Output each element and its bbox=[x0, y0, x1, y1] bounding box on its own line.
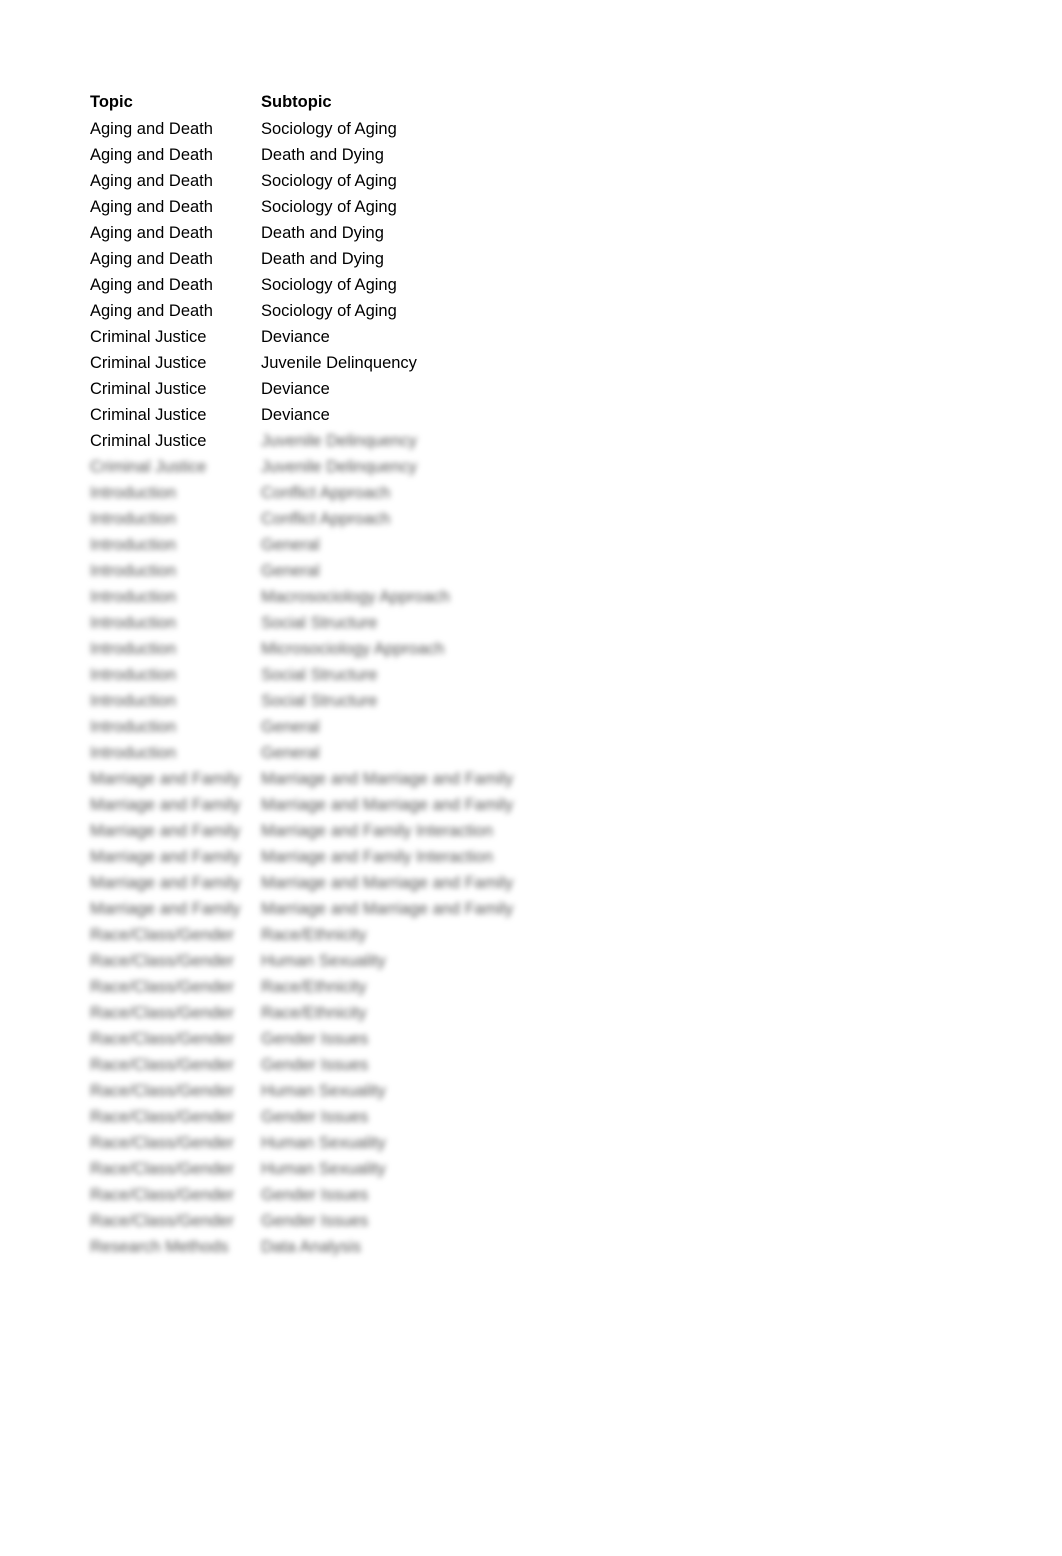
column-header-subtopic: Subtopic bbox=[261, 93, 332, 111]
subtopic-cell: Conflict Approach bbox=[261, 510, 391, 528]
subtopic-cell: Gender Issues bbox=[261, 1212, 369, 1230]
subtopic-cell: Death and Dying bbox=[261, 250, 384, 268]
subtopic-cell: Macrosociology Approach bbox=[261, 588, 450, 606]
subtopic-cell: Sociology of Aging bbox=[261, 198, 397, 216]
topic-cell: Race/Class/Gender bbox=[90, 1212, 234, 1230]
subtopic-cell: Marriage and Marriage and Family bbox=[261, 874, 514, 892]
subtopic-cell: Sociology of Aging bbox=[261, 120, 397, 138]
topic-cell: Marriage and Family bbox=[90, 822, 241, 840]
topic-cell: Race/Class/Gender bbox=[90, 1030, 234, 1048]
subtopic-cell: Social Structure bbox=[261, 614, 378, 632]
topic-cell: Introduction bbox=[90, 588, 177, 606]
topic-cell: Criminal Justice bbox=[90, 380, 207, 398]
subtopic-cell: Deviance bbox=[261, 328, 330, 346]
topic-cell: Criminal Justice bbox=[90, 432, 207, 450]
subtopic-cell: Gender Issues bbox=[261, 1056, 369, 1074]
subtopic-cell: Sociology of Aging bbox=[261, 172, 397, 190]
topic-cell: Introduction bbox=[90, 692, 177, 710]
topic-cell: Introduction bbox=[90, 744, 177, 762]
subtopic-cell: Juvenile Delinquency bbox=[261, 458, 417, 476]
subtopic-cell: Data Analysis bbox=[261, 1238, 361, 1256]
subtopic-cell: Death and Dying bbox=[261, 146, 384, 164]
topic-cell: Introduction bbox=[90, 510, 177, 528]
subtopic-cell: Social Structure bbox=[261, 666, 378, 684]
topic-cell: Race/Class/Gender bbox=[90, 1056, 234, 1074]
topic-cell: Introduction bbox=[90, 614, 177, 632]
topic-cell: Race/Class/Gender bbox=[90, 978, 234, 996]
topic-cell: Race/Class/Gender bbox=[90, 1108, 234, 1126]
topic-cell: Introduction bbox=[90, 562, 177, 580]
subtopic-cell: Marriage and Marriage and Family bbox=[261, 796, 514, 814]
subtopic-cell: Gender Issues bbox=[261, 1186, 369, 1204]
topic-cell: Criminal Justice bbox=[90, 406, 207, 424]
topic-cell: Race/Class/Gender bbox=[90, 1134, 234, 1152]
topic-cell: Criminal Justice bbox=[90, 458, 207, 476]
topic-cell: Marriage and Family bbox=[90, 848, 241, 866]
topic-cell: Race/Class/Gender bbox=[90, 1004, 234, 1022]
subtopic-cell: Sociology of Aging bbox=[261, 302, 397, 320]
topic-cell: Race/Class/Gender bbox=[90, 1186, 234, 1204]
topic-cell: Aging and Death bbox=[90, 276, 213, 294]
subtopic-cell: Marriage and Family Interaction bbox=[261, 848, 494, 866]
subtopic-cell: General bbox=[261, 744, 320, 762]
topic-cell: Aging and Death bbox=[90, 224, 213, 242]
topic-cell: Introduction bbox=[90, 718, 177, 736]
topic-cell: Aging and Death bbox=[90, 172, 213, 190]
subtopic-cell: Human Sexuality bbox=[261, 1134, 386, 1152]
subtopic-cell: Human Sexuality bbox=[261, 952, 386, 970]
topic-cell: Aging and Death bbox=[90, 302, 213, 320]
subtopic-cell: Juvenile Delinquency bbox=[261, 354, 417, 372]
subtopic-cell: Race/Ethnicity bbox=[261, 926, 367, 944]
subtopic-cell: Gender Issues bbox=[261, 1108, 369, 1126]
topic-cell: Race/Class/Gender bbox=[90, 952, 234, 970]
subtopic-cell: Sociology of Aging bbox=[261, 276, 397, 294]
topic-cell: Marriage and Family bbox=[90, 770, 241, 788]
subtopic-cell: Deviance bbox=[261, 380, 330, 398]
topic-cell: Criminal Justice bbox=[90, 328, 207, 346]
topic-cell: Marriage and Family bbox=[90, 874, 241, 892]
topic-cell: Introduction bbox=[90, 484, 177, 502]
subtopic-cell: Marriage and Family Interaction bbox=[261, 822, 494, 840]
subtopic-cell: Marriage and Marriage and Family bbox=[261, 900, 514, 918]
topic-cell: Race/Class/Gender bbox=[90, 926, 234, 944]
subtopic-cell: Human Sexuality bbox=[261, 1082, 386, 1100]
subtopic-cell: Deviance bbox=[261, 406, 330, 424]
topic-cell: Introduction bbox=[90, 666, 177, 684]
subtopic-cell: Death and Dying bbox=[261, 224, 384, 242]
topic-cell: Race/Class/Gender bbox=[90, 1082, 234, 1100]
topic-cell: Aging and Death bbox=[90, 250, 213, 268]
column-header-topic: Topic bbox=[90, 93, 133, 111]
subtopic-cell: General bbox=[261, 536, 320, 554]
subtopic-cell: Race/Ethnicity bbox=[261, 1004, 367, 1022]
subtopic-cell: Human Sexuality bbox=[261, 1160, 386, 1178]
topic-cell: Aging and Death bbox=[90, 146, 213, 164]
subtopic-cell: Marriage and Marriage and Family bbox=[261, 770, 514, 788]
subtopic-cell: Conflict Approach bbox=[261, 484, 391, 502]
subtopic-cell: Juvenile Delinquency bbox=[261, 432, 417, 450]
topic-cell: Introduction bbox=[90, 640, 177, 658]
subtopic-cell: Social Structure bbox=[261, 692, 378, 710]
topic-cell: Aging and Death bbox=[90, 120, 213, 138]
topic-cell: Race/Class/Gender bbox=[90, 1160, 234, 1178]
subtopic-cell: Race/Ethnicity bbox=[261, 978, 367, 996]
topic-cell: Marriage and Family bbox=[90, 900, 241, 918]
topic-cell: Introduction bbox=[90, 536, 177, 554]
subtopic-cell: General bbox=[261, 718, 320, 736]
subtopic-cell: General bbox=[261, 562, 320, 580]
topic-cell: Marriage and Family bbox=[90, 796, 241, 814]
topic-cell: Criminal Justice bbox=[90, 354, 207, 372]
topic-cell: Research Methods bbox=[90, 1238, 229, 1256]
subtopic-cell: Gender Issues bbox=[261, 1030, 369, 1048]
subtopic-cell: Microsociology Approach bbox=[261, 640, 445, 658]
topic-cell: Aging and Death bbox=[90, 198, 213, 216]
